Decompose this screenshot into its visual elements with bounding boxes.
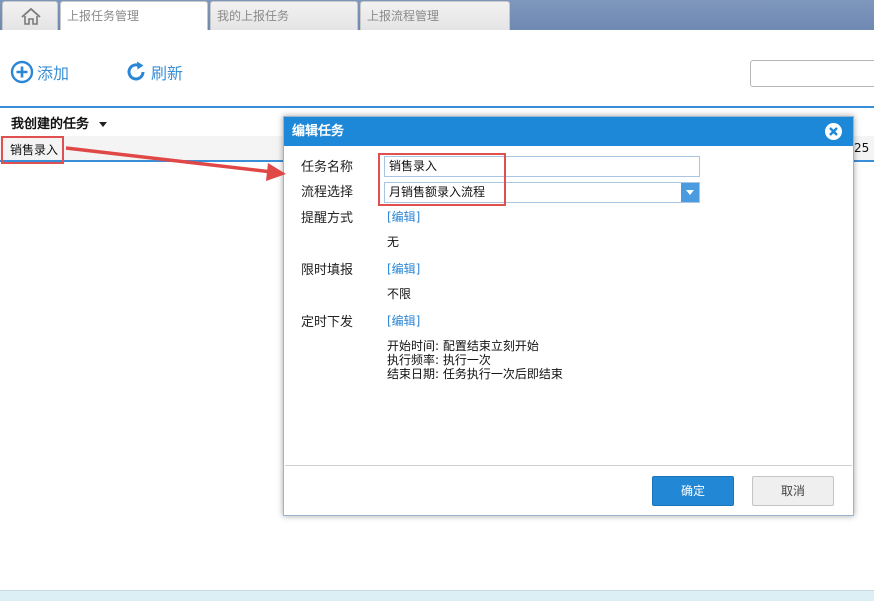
schedule-frequency-line: 执行频率: 执行一次 — [387, 353, 491, 367]
reminder-value: 无 — [387, 235, 400, 249]
caret-down-icon — [98, 122, 107, 127]
deadline-edit-link[interactable]: [编辑] — [387, 260, 420, 277]
refresh-icon — [127, 61, 145, 81]
column-header-label: 我创建的任务 — [11, 117, 90, 132]
tab-report-task-management[interactable]: 上报任务管理 — [60, 1, 208, 30]
dialog-body: 任务名称 销售录入 流程选择 月销售额录入流程 提醒方式 [编辑] 无 限时填报… — [285, 146, 852, 466]
app-root: 上报任务管理 我的上报任务 上报流程管理 添加 刷新 我创建的任务 时间 销售录… — [0, 0, 874, 601]
cancel-button[interactable]: 取消 — [752, 476, 834, 506]
dialog-header: 编辑任务 — [284, 117, 853, 146]
tab-my-report-tasks[interactable]: 我的上报任务 — [210, 1, 358, 30]
refresh-button-label: 刷新 — [151, 64, 184, 83]
schedule-start-line: 开始时间: 配置结束立刻开始 — [387, 339, 539, 353]
search-input[interactable] — [750, 60, 874, 87]
task-time-cell: 25 — [854, 141, 870, 155]
deadline-value: 不限 — [387, 287, 412, 301]
home-icon — [21, 7, 41, 25]
close-icon[interactable] — [824, 122, 843, 141]
dialog-title: 编辑任务 — [292, 124, 345, 139]
fields-highlight-box — [378, 153, 506, 206]
schedule-edit-link[interactable]: [编辑] — [387, 312, 420, 329]
status-bar — [0, 590, 874, 601]
task-name-label: 任务名称 — [301, 160, 354, 175]
add-button[interactable]: 添加 — [10, 60, 69, 84]
reminder-edit-link[interactable]: [编辑] — [387, 208, 420, 225]
deadline-label: 限时填报 — [301, 263, 354, 278]
row-highlight-box — [1, 136, 64, 164]
plus-circle-icon — [10, 60, 34, 84]
schedule-end-line: 结束日期: 任务执行一次后即结束 — [387, 367, 563, 381]
column-header-my-tasks[interactable]: 我创建的任务 — [11, 113, 107, 132]
schedule-label: 定时下发 — [301, 315, 354, 330]
edit-task-dialog: 编辑任务 任务名称 销售录入 流程选择 月销售额录入流程 提醒方式 [编辑] 无… — [283, 116, 854, 516]
tab-bar: 上报任务管理 我的上报任务 上报流程管理 — [0, 0, 874, 30]
refresh-button[interactable]: 刷新 — [124, 60, 183, 84]
chevron-down-icon[interactable] — [681, 183, 699, 202]
process-select-label: 流程选择 — [301, 185, 354, 200]
confirm-button[interactable]: 确定 — [652, 476, 734, 506]
reminder-label: 提醒方式 — [301, 211, 354, 226]
tab-report-process-management[interactable]: 上报流程管理 — [360, 1, 510, 30]
tab-home[interactable] — [2, 1, 58, 30]
add-button-label: 添加 — [37, 64, 70, 83]
